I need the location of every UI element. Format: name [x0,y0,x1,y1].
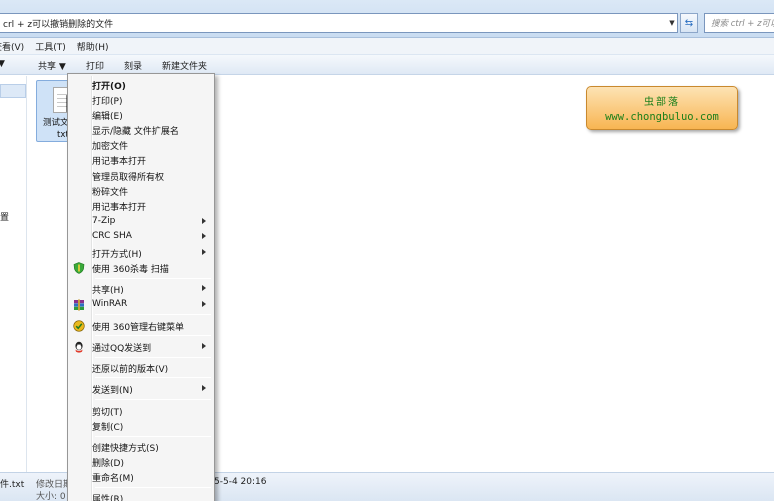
menu-separator [95,487,211,488]
menu-open-with[interactable]: 打开方式(H) [70,246,212,260]
address-dropdown-icon[interactable]: ▼ [666,14,678,32]
menu-360-scan-label: 使用 360杀毒 扫描 [92,265,169,275]
submenu-arrow-icon [202,233,206,239]
submenu-arrow-icon [202,285,206,291]
submenu-arrow-icon [202,249,206,255]
submenu-arrow-icon [202,218,206,224]
qq-icon [75,341,83,353]
menu-help[interactable]: 帮助(H) [77,40,109,53]
menu-take-ownership-label: 管理员取得所有权 [92,173,165,183]
menu-print-label: 打印(P) [92,97,123,107]
toolbar-burn[interactable]: 刻录 [124,59,142,72]
menu-separator [95,436,211,437]
search-input[interactable]: 搜索 ctrl + z可以... [704,13,774,33]
menu-crc-sha[interactable]: CRC SHA [70,230,212,244]
menu-separator [95,399,211,400]
menu-edit-label: 编辑(E) [92,112,123,122]
menu-restore-versions-label: 还原以前的版本(V) [92,365,169,375]
360-manager-icon [73,320,85,332]
menu-edit[interactable]: 编辑(E) [70,108,212,122]
watermark-url: www.chongbuluo.com [605,111,719,123]
menu-copy-label: 复制(C) [92,423,124,433]
menu-send-qq-label: 通过QQ发送到 [92,344,152,354]
address-bar-row: crl + z可以撤销删除的文件 ▼ ⇆ 搜索 ctrl + z可以... [0,0,774,38]
menu-360-scan[interactable]: 使用 360杀毒 扫描 [70,261,212,275]
details-file-name: 件.txt [0,480,25,490]
menu-view[interactable]: 查看(V) [0,40,24,53]
menu-delete-label: 删除(D) [92,459,124,469]
nav-item-text[interactable]: 置 [0,210,9,223]
menu-360-manager-label: 使用 360管理右键菜单 [92,323,185,333]
toolbar-new-folder[interactable]: 新建文件夹 [162,59,207,72]
menu-share[interactable]: 共享(H) [70,282,212,296]
details-size: 大小: 0 [36,492,66,501]
menu-rename-label: 重命名(M) [92,474,134,484]
submenu-arrow-icon [202,301,206,307]
address-bar[interactable]: crl + z可以撤销删除的文件 [0,13,678,33]
toolbar-print[interactable]: 打印 [86,59,104,72]
menu-properties-label: 属性(R) [92,495,124,501]
menu-open-label: 打开(O) [92,82,126,92]
360-shield-icon [73,262,85,274]
menu-print[interactable]: 打印(P) [70,93,212,107]
menu-winrar[interactable]: WinRAR [70,298,212,312]
menu-open-notepad[interactable]: 用记事本打开 [70,153,212,167]
menu-share-label: 共享(H) [92,286,124,296]
menu-encrypt-file-label: 加密文件 [92,142,129,152]
submenu-arrow-icon [202,343,206,349]
menu-open[interactable]: 打开(O) [70,78,212,92]
menu-open-with-label: 打开方式(H) [92,250,142,260]
menu-take-ownership[interactable]: 管理员取得所有权 [70,169,212,183]
submenu-arrow-icon [202,385,206,391]
menu-7zip-label: 7-Zip [92,216,116,226]
menu-shred-file[interactable]: 粉碎文件 [70,184,212,198]
menu-create-shortcut-label: 创建快捷方式(S) [92,444,159,454]
menu-cut[interactable]: 剪切(T) [70,404,212,418]
watermark-sign: 虫部落 www.chongbuluo.com [586,86,738,130]
menu-send-to-label: 发送到(N) [92,386,133,396]
menu-separator [95,335,211,336]
menu-send-qq[interactable]: 通过QQ发送到 [70,340,212,354]
menu-send-to[interactable]: 发送到(N) [70,382,212,396]
menu-delete[interactable]: 删除(D) [70,455,212,469]
menu-open-notepad-label: 用记事本打开 [92,157,147,167]
details-date: 5-5-4 20:16 [214,477,267,487]
toolbar-dropdown-fragment[interactable]: ▼ [0,59,5,69]
menu-tools[interactable]: 工具(T) [35,40,66,53]
toolbar-share[interactable]: 共享 ▼ [38,59,66,72]
address-path: crl + z可以撤销删除的文件 [3,19,114,30]
menu-create-shortcut[interactable]: 创建快捷方式(S) [70,440,212,454]
menu-bar: 查看(V) 工具(T) 帮助(H) [0,38,774,55]
menu-properties[interactable]: 属性(R) [70,491,212,501]
menu-toggle-extension-label: 显示/隐藏 文件扩展名 [92,127,179,137]
menu-separator [95,278,211,279]
menu-360-manager[interactable]: 使用 360管理右键菜单 [70,319,212,333]
menu-7zip[interactable]: 7-Zip [70,215,212,229]
menu-separator [95,377,211,378]
menu-shred-file-label: 粉碎文件 [92,188,129,198]
menu-copy[interactable]: 复制(C) [70,419,212,433]
navigation-pane[interactable]: 置 [0,76,27,472]
menu-open-notepad-2[interactable]: 用记事本打开 [70,199,212,213]
context-menu: 打开(O) 打印(P) 编辑(E) 显示/隐藏 文件扩展名 加密文件 用记事本打… [67,73,215,501]
nav-selected-item[interactable] [0,84,26,98]
watermark-title: 虫部落 [644,97,680,108]
menu-separator [95,314,211,315]
search-placeholder: 搜索 ctrl + z可以... [711,19,774,29]
winrar-icon [74,299,84,311]
refresh-icon[interactable]: ⇆ [680,13,698,33]
menu-encrypt-file[interactable]: 加密文件 [70,138,212,152]
menu-open-notepad-2-label: 用记事本打开 [92,203,147,213]
menu-toggle-extension[interactable]: 显示/隐藏 文件扩展名 [70,123,212,137]
menu-cut-label: 剪切(T) [92,408,123,418]
command-toolbar: ▼ 共享 ▼ 打印 刻录 新建文件夹 [0,55,774,75]
menu-separator [95,357,211,358]
menu-rename[interactable]: 重命名(M) [70,470,212,484]
menu-winrar-label: WinRAR [92,299,128,309]
menu-restore-versions[interactable]: 还原以前的版本(V) [70,361,212,375]
menu-crc-sha-label: CRC SHA [92,231,132,241]
